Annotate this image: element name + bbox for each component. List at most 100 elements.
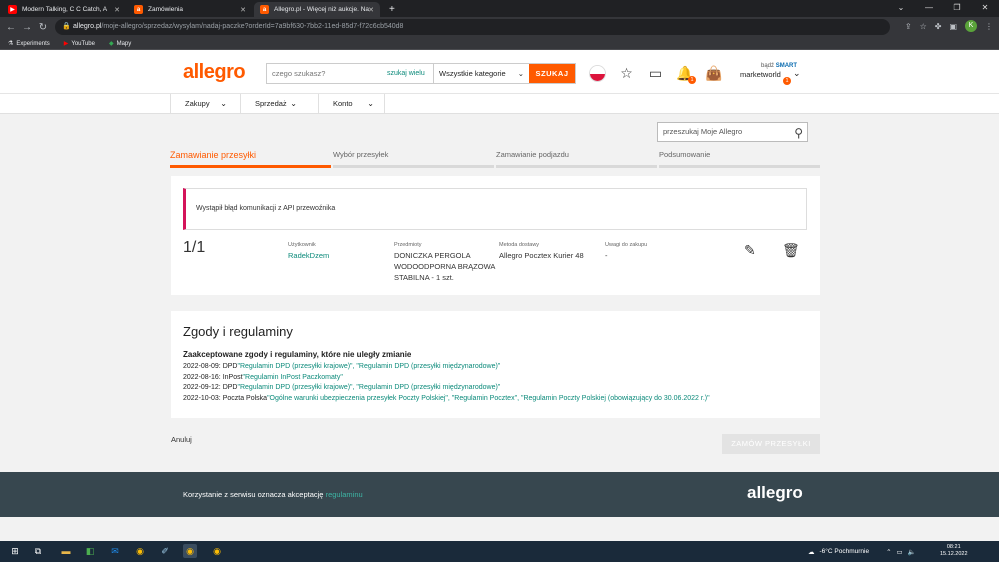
windows-taskbar: ⊞ ⧉ ▬ ◧ ✉ ◉ ✐ ◉ ◉ ☁ -6°C Pochmurnie ⌃ ▭ …: [0, 541, 999, 562]
close-icon[interactable]: ✕: [240, 6, 246, 14]
flask-icon: ⚗: [8, 40, 14, 47]
menu-icon[interactable]: ⋮: [985, 22, 993, 31]
trash-icon[interactable]: 🗑: [782, 242, 800, 259]
profile-avatar[interactable]: K: [965, 20, 977, 32]
bookmark-star-icon[interactable]: ☆: [920, 22, 927, 31]
address-bar[interactable]: 🔒 allegro.pl/moje-allegro/sprzedaz/wysyl…: [55, 19, 890, 35]
notes-column: Uwagi do zakupu -: [605, 241, 647, 261]
notes-icon[interactable]: ✐: [158, 544, 172, 558]
user-label: Użytkownik: [288, 242, 316, 248]
clock[interactable]: 08:21 15.12.2022: [940, 544, 968, 558]
map-icon: ◆: [108, 40, 114, 47]
site-footer: Korzystanie z serwisu oznacza akceptację…: [0, 472, 999, 517]
allegro-icon: a: [260, 5, 269, 14]
extensions-icon[interactable]: ✤: [935, 22, 942, 31]
back-icon[interactable]: ←: [3, 22, 19, 33]
footer-logo: allegro: [747, 483, 803, 502]
nav-sprzedaz[interactable]: Sprzedaż ⌄: [240, 94, 307, 114]
browser-tab-youtube[interactable]: ▶ Modern Talking, C C Catch, A ✕: [2, 2, 126, 17]
toolbar-actions: ⇪ ☆ ✤ ▣ K ⋮: [905, 20, 993, 32]
tab-title: Modern Talking, C C Catch, A: [22, 6, 108, 13]
search-many-link[interactable]: szukaj wielu: [387, 64, 433, 83]
cart-icon[interactable]: 👜: [705, 65, 722, 82]
edit-icon[interactable]: ✎: [744, 242, 756, 259]
store-icon[interactable]: ◧: [83, 544, 97, 558]
windows-start-icon[interactable]: ⊞: [8, 544, 22, 558]
consent-links[interactable]: "Regulamin InPost Paczkomaty": [243, 374, 343, 381]
items-label: Przedmioty: [394, 242, 422, 248]
user-badge: 1: [783, 77, 791, 85]
consents-title: Zgody i regulaminy: [183, 324, 293, 339]
chevron-down-icon: ⌄: [290, 99, 297, 108]
user-menu[interactable]: bądź SMART marketworld 1 ⌄: [740, 60, 801, 85]
order-shipments-button[interactable]: ZAMÓW PRZESYŁKI: [722, 434, 820, 454]
youtube-icon: ▶: [63, 40, 69, 47]
items-column: Przedmioty DONICZKA PERGOLA WODOODPORNA …: [394, 241, 495, 283]
chrome-profile-icon[interactable]: ◉: [210, 544, 224, 558]
consent-line: 2022-10-03: Poczta Polska"Ogólne warunki…: [183, 394, 710, 402]
close-icon[interactable]: ✕: [368, 6, 374, 14]
speaker-icon[interactable]: 🔈: [908, 548, 916, 556]
category-select[interactable]: Wszystkie kategorie ⌄: [433, 64, 529, 83]
header-icons: ☆ ▭ 🔔 1 👜: [589, 65, 722, 84]
smart-label: bądź SMART: [761, 63, 798, 69]
chevron-down-icon[interactable]: ⌄: [887, 0, 915, 17]
restore-icon[interactable]: ❐: [943, 0, 971, 17]
close-icon[interactable]: ✕: [114, 6, 120, 14]
page: allegro szukaj wielu Wszystkie kategorie…: [0, 50, 999, 541]
search-input[interactable]: [267, 64, 387, 83]
chat-icon[interactable]: ▭: [647, 65, 664, 82]
cancel-link[interactable]: Anuluj: [171, 435, 192, 444]
bookmark-maps[interactable]: ◆ Mapy: [109, 40, 131, 47]
delivery-label: Metoda dostawy: [499, 242, 540, 248]
browser-tab-zamowienia[interactable]: a Zamówienia ✕: [128, 2, 252, 17]
bookmark-youtube[interactable]: ▶ YouTube: [64, 40, 95, 47]
file-explorer-icon[interactable]: ▬: [59, 544, 73, 558]
consent-line: 2022-08-09: DPD"Regulamin DPD (przesyłki…: [183, 363, 501, 370]
forward-icon[interactable]: →: [19, 22, 35, 33]
chrome-active-icon[interactable]: ◉: [183, 544, 197, 558]
terms-link[interactable]: regulaminu: [326, 490, 363, 499]
nav-zakupy[interactable]: Zakupy ⌄: [170, 94, 237, 114]
clock-date: 15.12.2022: [940, 551, 968, 557]
footer-text: Korzystanie z serwisu oznacza akceptację…: [183, 490, 363, 499]
nav-konto[interactable]: Konto ⌄: [318, 94, 385, 114]
item-line: WODOODPORNA BRĄZOWA: [394, 262, 496, 271]
task-view-icon[interactable]: ⧉: [31, 544, 45, 558]
browser-tab-allegro[interactable]: a Allegro.pl - Więcej niż aukcje. Na ✕: [254, 2, 380, 17]
minimize-icon[interactable]: —: [915, 0, 943, 17]
weather-text[interactable]: -6°C Pochmurnie: [820, 548, 870, 555]
consent-links[interactable]: "Regulamin DPD (przesyłki krajowe)", "Re…: [237, 384, 500, 391]
share-icon[interactable]: ⇪: [905, 22, 912, 31]
notes-label: Uwagi do zakupu: [605, 242, 648, 248]
consent-links[interactable]: "Regulamin DPD (przesyłki krajowe)", "Re…: [237, 363, 500, 370]
chevron-down-icon: ⌄: [517, 69, 524, 78]
buyer-link[interactable]: RadekDzem: [288, 250, 329, 261]
reload-icon[interactable]: ↻: [35, 22, 51, 33]
consent-links[interactable]: "Ogólne warunki ubezpieczenia przesyłek …: [267, 395, 710, 402]
sidebar-icon[interactable]: ▣: [949, 22, 957, 31]
site-header: allegro szukaj wielu Wszystkie kategorie…: [0, 50, 999, 94]
order-count: 1/1: [183, 239, 206, 256]
bell-icon[interactable]: 🔔 1: [676, 65, 696, 84]
window-controls: ⌄ — ❐ ✕: [887, 0, 999, 17]
lock-icon: 🔒: [62, 23, 71, 30]
bookmark-experiments[interactable]: ⚗ Experiments: [8, 40, 50, 47]
cloud-icon: ☁: [808, 548, 815, 556]
search-button[interactable]: SZUKAJ: [529, 64, 575, 83]
poland-flag-icon[interactable]: [589, 65, 606, 82]
step-selection: Wybór przesyłek: [333, 150, 494, 168]
network-icon[interactable]: ▭: [897, 548, 903, 556]
item-line: STABILNA - 1 szt.: [394, 273, 454, 282]
mail-icon[interactable]: ✉: [108, 544, 122, 558]
star-icon[interactable]: ☆: [618, 65, 635, 82]
allegro-logo[interactable]: allegro: [183, 61, 246, 84]
chevron-up-icon[interactable]: ⌃: [886, 548, 891, 556]
notification-badge: 1: [688, 76, 696, 84]
tab-title: Zamówienia: [148, 6, 184, 13]
close-icon[interactable]: ✕: [971, 0, 999, 17]
my-allegro-search[interactable]: przeszukaj Moje Allegro ⚲: [657, 122, 808, 142]
chrome-icon[interactable]: ◉: [133, 544, 147, 558]
search-icon[interactable]: ⚲: [794, 124, 803, 142]
new-tab-button[interactable]: +: [383, 2, 397, 17]
